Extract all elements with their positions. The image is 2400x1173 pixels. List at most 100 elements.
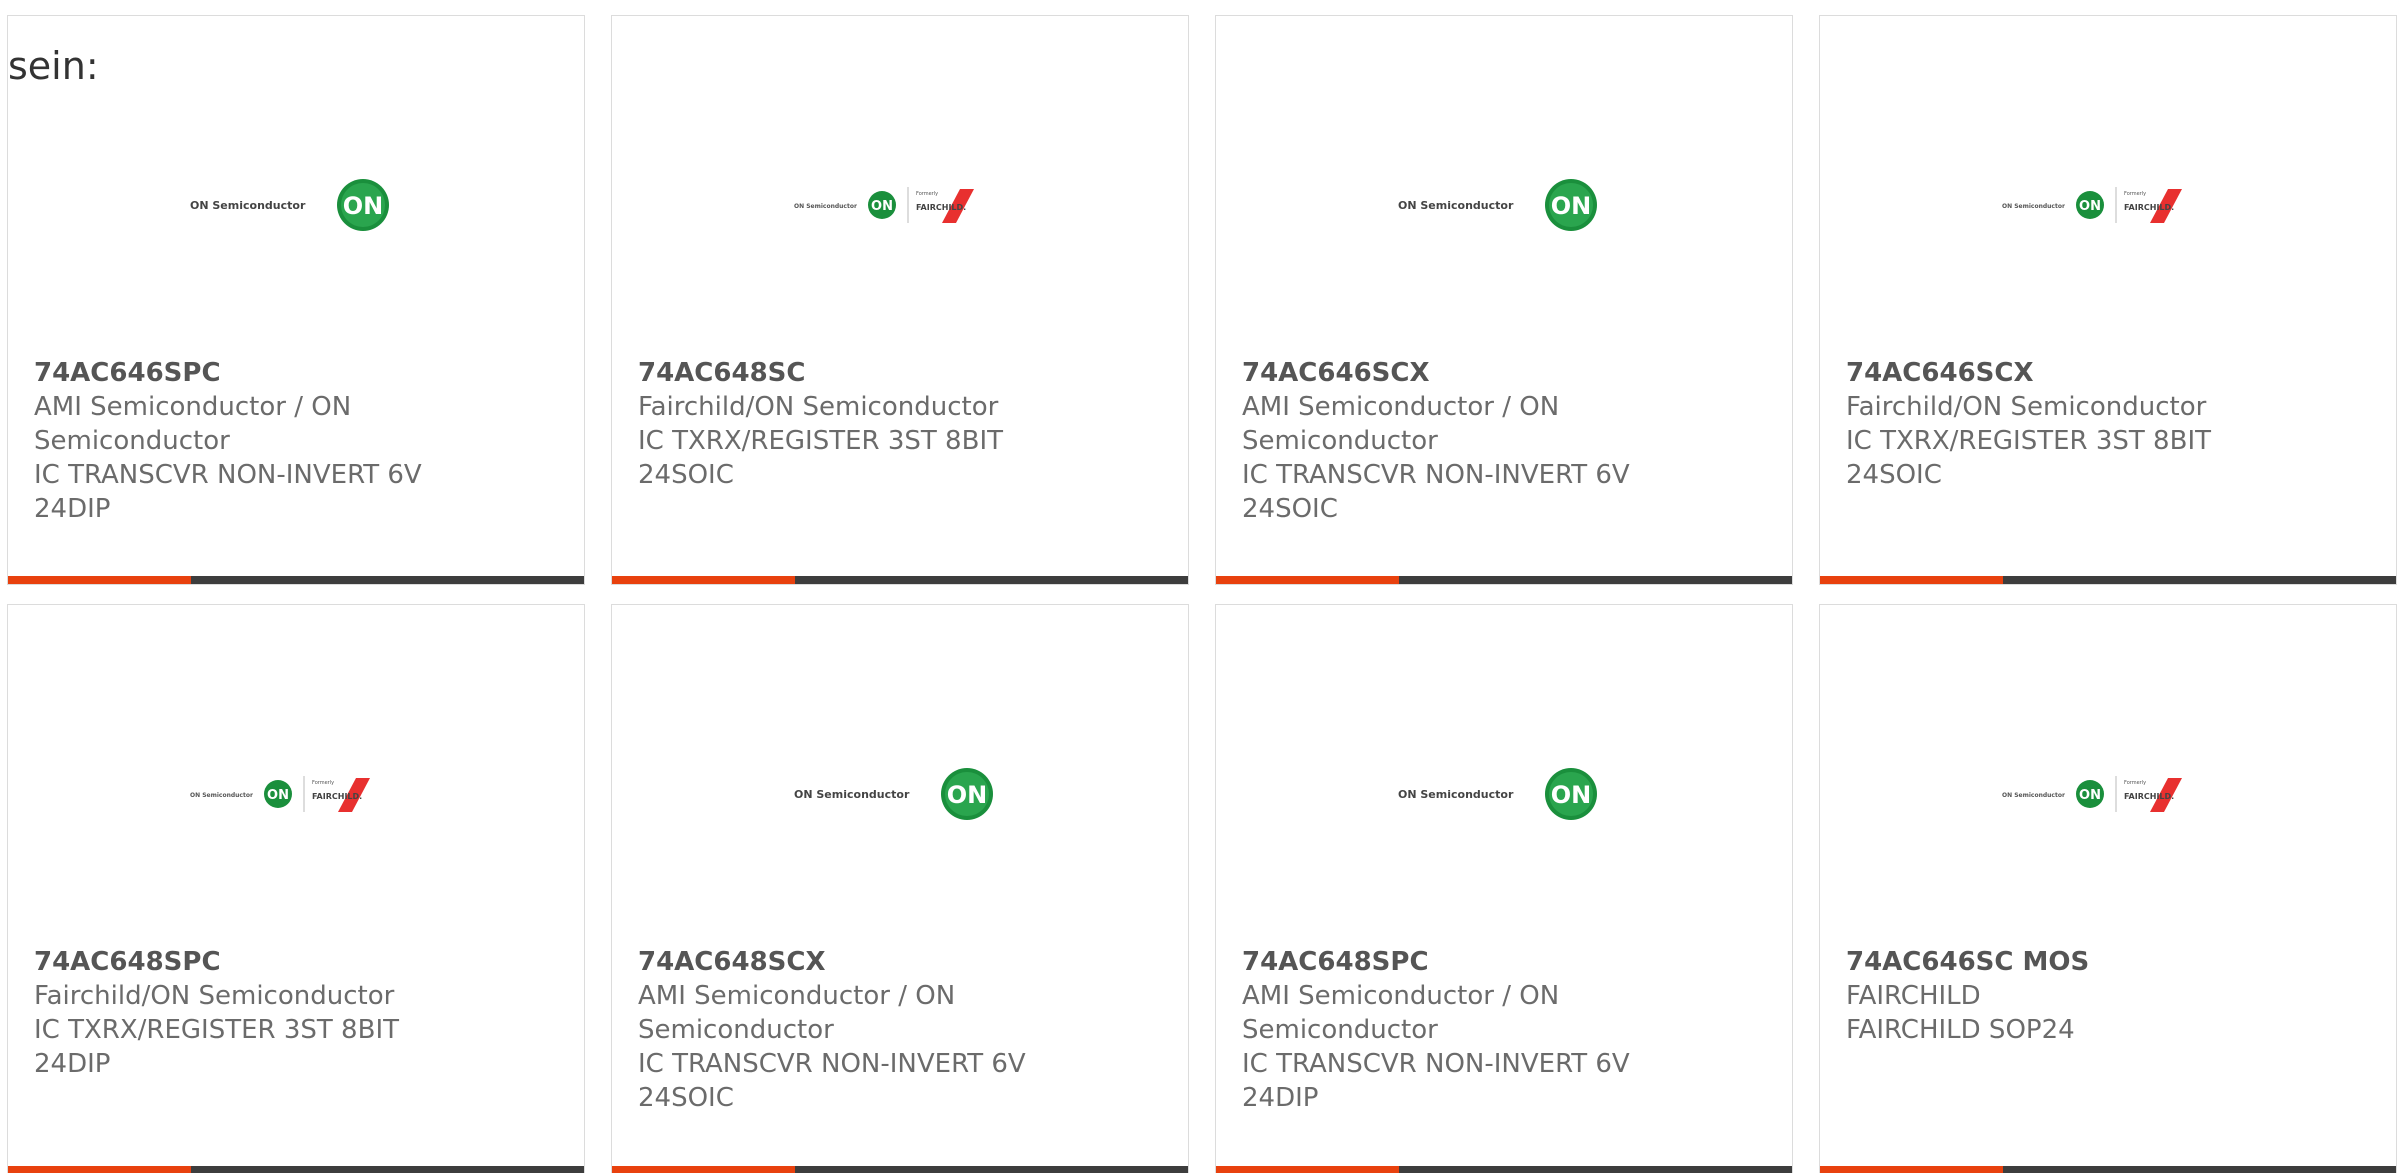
product-card[interactable]: ON Semiconductor ON 74AC646SPC AMI Semic… <box>7 15 585 585</box>
svg-text:FAIRCHILD.: FAIRCHILD. <box>2124 792 2174 801</box>
svg-text:ON: ON <box>947 781 988 809</box>
on-semiconductor-logo: ON Semiconductor ON <box>1398 179 1597 231</box>
product-detail-line: IC TRANSCVR NON-INVERT 6V <box>1242 1049 1630 1079</box>
card-accent <box>1216 1166 1399 1173</box>
on-semiconductor-logo: ON Semiconductor ON <box>190 179 389 231</box>
card-accent <box>1820 576 2003 584</box>
manufacturer-logo: ON Semiconductor ON Formerly FAIRCHILD. <box>612 154 1188 254</box>
product-detail-line: IC TRANSCVR NON-INVERT 6V <box>638 1049 1026 1079</box>
on-semiconductor-logo: ON Semiconductor ON <box>1398 768 1597 820</box>
product-detail-line: Semiconductor <box>1242 426 1438 456</box>
product-detail-line: AMI Semiconductor / ON <box>1242 981 1560 1011</box>
svg-text:ON Semiconductor: ON Semiconductor <box>190 199 306 212</box>
product-detail-line: IC TRANSCVR NON-INVERT 6V <box>1242 460 1630 490</box>
product-detail-line: 24SOIC <box>1242 494 1338 524</box>
card-accent <box>8 576 191 584</box>
svg-text:ON: ON <box>871 199 893 214</box>
part-number[interactable]: 74AC648SPC <box>1242 945 1772 979</box>
card-accent <box>1216 576 1399 584</box>
product-detail-line: Semiconductor <box>34 426 230 456</box>
part-number[interactable]: 74AC648SPC <box>34 945 564 979</box>
svg-text:Formerly: Formerly <box>916 191 938 197</box>
manufacturer-logo: ON Semiconductor ON Formerly FAIRCHILD. <box>1820 154 2396 254</box>
card-footer-bar <box>8 576 584 584</box>
product-detail-line: Semiconductor <box>638 1015 834 1045</box>
on-fairchild-logo: ON Semiconductor ON Formerly FAIRCHILD. <box>190 776 370 812</box>
svg-text:FAIRCHILD.: FAIRCHILD. <box>2124 203 2174 212</box>
card-footer-bar <box>1820 1166 2396 1173</box>
svg-text:ON Semiconductor: ON Semiconductor <box>190 792 253 799</box>
product-detail-line: 24DIP <box>34 494 111 524</box>
svg-text:ON: ON <box>1551 192 1592 220</box>
product-card[interactable]: ON Semiconductor ON Formerly FAIRCHILD. … <box>7 604 585 1173</box>
part-number[interactable]: 74AC648SCX <box>638 945 1168 979</box>
product-detail-line: FAIRCHILD SOP24 <box>1846 1015 2075 1045</box>
manufacturer-logo: ON Semiconductor ON <box>1216 154 1792 254</box>
part-number[interactable]: 74AC646SC MOS <box>1846 945 2376 979</box>
product-detail-line: 24SOIC <box>638 1083 734 1113</box>
product-detail-line: Semiconductor <box>1242 1015 1438 1045</box>
product-detail-line: AMI Semiconductor / ON <box>638 981 956 1011</box>
product-card[interactable]: ON Semiconductor ON 74AC646SCX AMI Semic… <box>1215 15 1793 585</box>
product-detail-line: 24SOIC <box>1846 460 1942 490</box>
manufacturer-logo: ON Semiconductor ON <box>612 743 1188 843</box>
card-footer-bar <box>1216 576 1792 584</box>
product-card[interactable]: ON Semiconductor ON 74AC648SCX AMI Semic… <box>611 604 1189 1173</box>
on-fairchild-logo: ON Semiconductor ON Formerly FAIRCHILD. <box>794 187 974 223</box>
svg-text:ON Semiconductor: ON Semiconductor <box>1398 199 1514 212</box>
on-fairchild-logo: ON Semiconductor ON Formerly FAIRCHILD. <box>2002 187 2182 223</box>
svg-text:ON Semiconductor: ON Semiconductor <box>1398 788 1514 801</box>
svg-text:ON: ON <box>343 192 384 220</box>
part-number[interactable]: 74AC646SCX <box>1846 356 2376 390</box>
svg-text:ON Semiconductor: ON Semiconductor <box>794 788 910 801</box>
svg-text:ON: ON <box>1551 781 1592 809</box>
card-footer-bar <box>612 1166 1188 1173</box>
card-footer-bar <box>612 576 1188 584</box>
product-card[interactable]: ON Semiconductor ON 74AC648SPC AMI Semic… <box>1215 604 1793 1173</box>
intro-text: sein: <box>8 44 99 88</box>
card-accent <box>612 576 795 584</box>
part-number[interactable]: 74AC646SCX <box>1242 356 1772 390</box>
manufacturer-logo: ON Semiconductor ON Formerly FAIRCHILD. <box>1820 743 2396 843</box>
svg-text:ON Semiconductor: ON Semiconductor <box>794 203 857 210</box>
card-footer-bar <box>1216 1166 1792 1173</box>
product-detail-line: 24DIP <box>1242 1083 1319 1113</box>
card-footer-bar <box>8 1166 584 1173</box>
svg-text:Formerly: Formerly <box>2124 780 2146 786</box>
manufacturer-logo: ON Semiconductor ON <box>1216 743 1792 843</box>
card-accent <box>612 1166 795 1173</box>
card-footer-bar <box>1820 576 2396 584</box>
part-number[interactable]: 74AC648SC <box>638 356 1168 390</box>
manufacturer-logo: ON Semiconductor ON Formerly FAIRCHILD. <box>8 743 584 843</box>
svg-text:ON: ON <box>2079 788 2101 803</box>
card-accent <box>8 1166 191 1173</box>
svg-text:ON Semiconductor: ON Semiconductor <box>2002 792 2065 799</box>
svg-text:ON: ON <box>2079 199 2101 214</box>
svg-text:Formerly: Formerly <box>312 780 334 786</box>
part-number[interactable]: 74AC646SPC <box>34 356 564 390</box>
product-detail-line: FAIRCHILD <box>1846 981 1981 1011</box>
product-detail-line: 24SOIC <box>638 460 734 490</box>
product-detail-line: Fairchild/ON Semiconductor <box>1846 392 2207 422</box>
svg-text:FAIRCHILD.: FAIRCHILD. <box>916 203 966 212</box>
product-detail-line: IC TXRX/REGISTER 3ST 8BIT <box>1846 426 2211 456</box>
manufacturer-logo: ON Semiconductor ON <box>8 154 584 254</box>
product-card[interactable]: ON Semiconductor ON Formerly FAIRCHILD. … <box>611 15 1189 585</box>
svg-text:Formerly: Formerly <box>2124 191 2146 197</box>
product-detail-line: AMI Semiconductor / ON <box>34 392 352 422</box>
product-detail-line: IC TRANSCVR NON-INVERT 6V <box>34 460 422 490</box>
svg-text:ON: ON <box>267 788 289 803</box>
product-detail-line: Fairchild/ON Semiconductor <box>34 981 395 1011</box>
product-detail-line: AMI Semiconductor / ON <box>1242 392 1560 422</box>
svg-text:ON Semiconductor: ON Semiconductor <box>2002 203 2065 210</box>
product-card[interactable]: ON Semiconductor ON Formerly FAIRCHILD. … <box>1819 604 2397 1173</box>
product-detail-line: Fairchild/ON Semiconductor <box>638 392 999 422</box>
svg-text:FAIRCHILD.: FAIRCHILD. <box>312 792 362 801</box>
product-grid-page: ON Semiconductor ON 74AC646SPC AMI Semic… <box>0 0 2400 1173</box>
product-card[interactable]: ON Semiconductor ON Formerly FAIRCHILD. … <box>1819 15 2397 585</box>
card-accent <box>1820 1166 2003 1173</box>
product-detail-line: 24DIP <box>34 1049 111 1079</box>
on-fairchild-logo: ON Semiconductor ON Formerly FAIRCHILD. <box>2002 776 2182 812</box>
product-detail-line: IC TXRX/REGISTER 3ST 8BIT <box>34 1015 399 1045</box>
product-detail-line: IC TXRX/REGISTER 3ST 8BIT <box>638 426 1003 456</box>
